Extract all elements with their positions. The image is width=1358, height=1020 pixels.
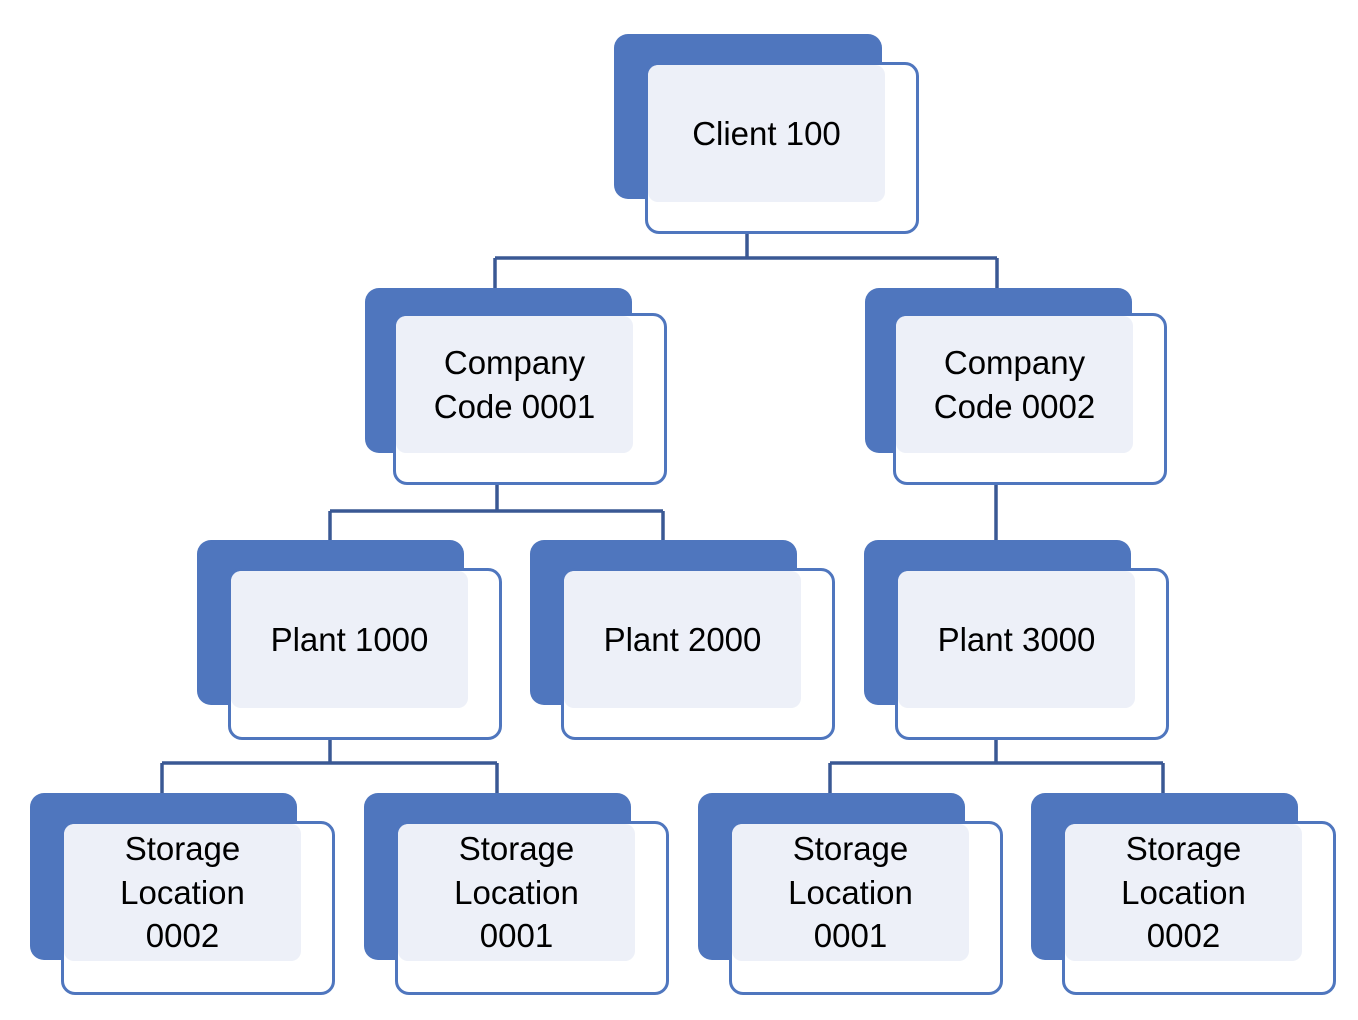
node-face: Storage Location 0002 — [64, 824, 301, 961]
node-plant-1000[interactable]: Plant 1000 — [197, 540, 509, 740]
node-face: Plant 2000 — [564, 571, 801, 708]
node-client-100[interactable]: Client 100 — [614, 34, 919, 234]
node-face: Company Code 0002 — [896, 316, 1133, 453]
node-company-code-0002[interactable]: Company Code 0002 — [865, 288, 1167, 488]
node-storage-location-1000-0001[interactable]: Storage Location 0001 — [364, 793, 670, 995]
node-label: Storage Location 0002 — [1121, 830, 1246, 955]
node-face: Storage Location 0002 — [1065, 824, 1302, 961]
node-face: Storage Location 0001 — [732, 824, 969, 961]
hierarchy-diagram: Client 100 Company Code 0001 Company Cod… — [0, 0, 1358, 1020]
node-storage-location-3000-0001[interactable]: Storage Location 0001 — [698, 793, 1004, 995]
node-label: Client 100 — [692, 114, 841, 152]
node-label: Company Code 0001 — [433, 343, 596, 425]
node-label: Plant 2000 — [603, 620, 762, 658]
node-label: Storage Location 0001 — [454, 830, 579, 955]
node-label: Plant 1000 — [270, 620, 429, 658]
node-label: Company Code 0002 — [933, 343, 1096, 425]
node-storage-location-3000-0002[interactable]: Storage Location 0002 — [1031, 793, 1337, 995]
node-plant-2000[interactable]: Plant 2000 — [530, 540, 842, 740]
node-face: Client 100 — [648, 65, 885, 202]
node-label: Storage Location 0001 — [788, 830, 913, 955]
node-plant-3000[interactable]: Plant 3000 — [864, 540, 1176, 740]
node-company-code-0001[interactable]: Company Code 0001 — [365, 288, 667, 488]
node-storage-location-1000-0002[interactable]: Storage Location 0002 — [30, 793, 336, 995]
node-face: Company Code 0001 — [396, 316, 633, 453]
node-face: Storage Location 0001 — [398, 824, 635, 961]
node-face: Plant 3000 — [898, 571, 1135, 708]
node-label: Storage Location 0002 — [120, 830, 245, 955]
node-label: Plant 3000 — [937, 620, 1096, 658]
node-face: Plant 1000 — [231, 571, 468, 708]
